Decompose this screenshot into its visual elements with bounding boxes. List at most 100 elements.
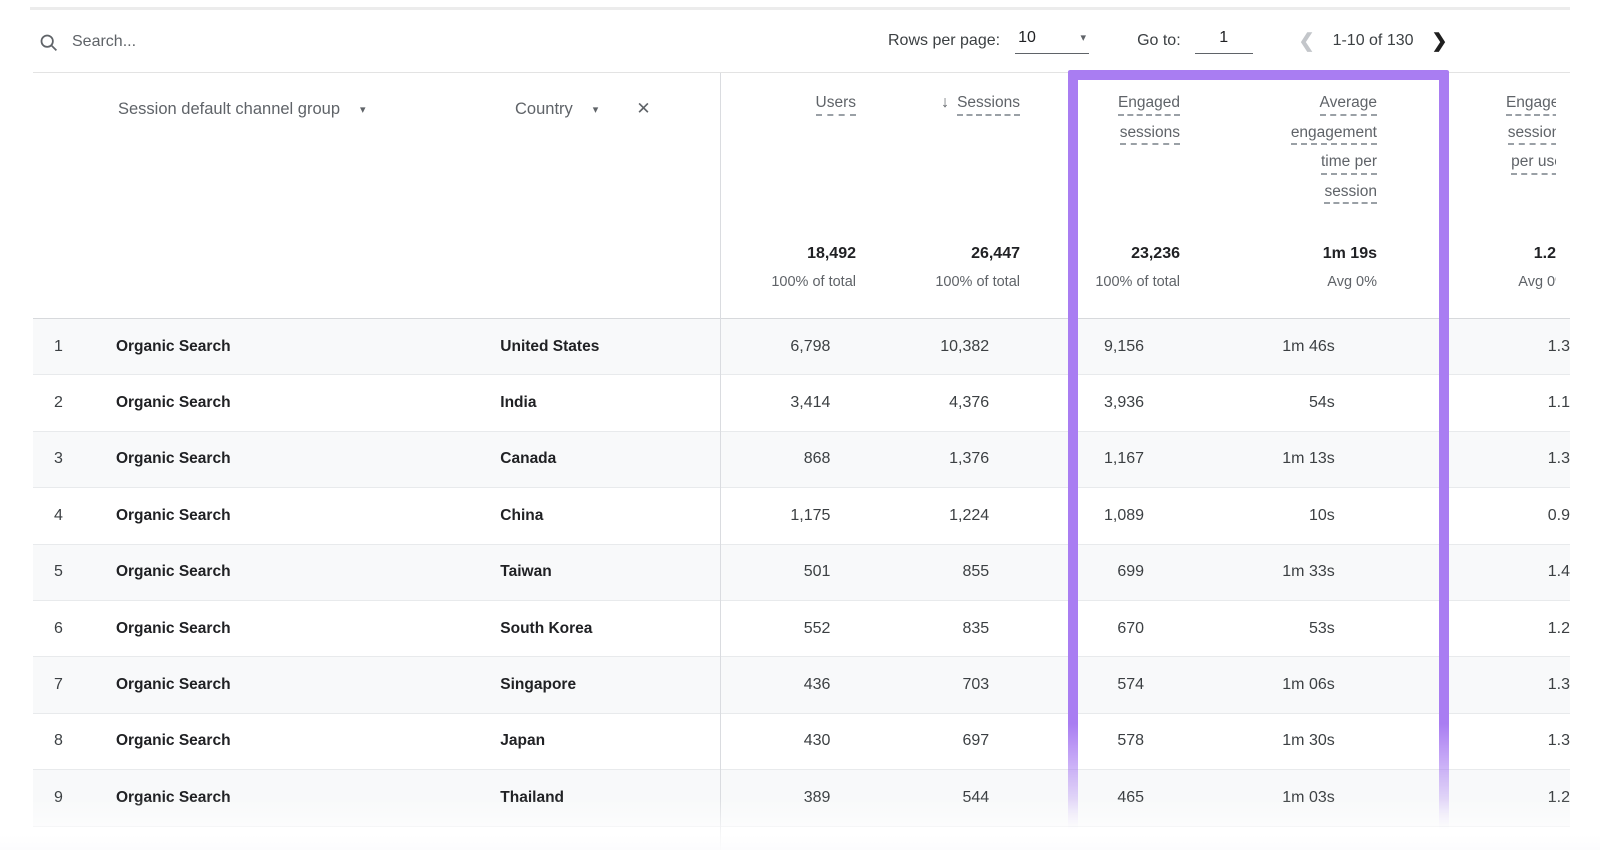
avg-engagement-time-cell: 1m 03s [1144, 789, 1335, 807]
row-index: 7 [33, 676, 116, 694]
users-cell: 6,798 [699, 338, 831, 356]
country-cell: India [500, 394, 698, 412]
header-word: Average [1320, 95, 1377, 116]
rows-per-page-label: Rows per page: [888, 32, 1000, 50]
row-index: 5 [33, 563, 116, 581]
header-word: sessions [1508, 125, 1556, 146]
users-cell: 868 [699, 450, 831, 468]
column-header-engaged_sessions_per_user[interactable]: Engaged sessions per user [1377, 95, 1570, 213]
table-row[interactable]: 9 Organic Search Thailand 389 544 465 1m… [33, 770, 1570, 826]
header-word: per user [1511, 154, 1556, 175]
table-row[interactable]: 8 Organic Search Japan 430 697 578 1m 30… [33, 714, 1570, 770]
goto-label: Go to: [1137, 32, 1181, 50]
avg-engagement-time-cell: 1m 06s [1144, 676, 1335, 694]
users-cell: 430 [699, 732, 831, 750]
header-word: Engaged [1506, 95, 1556, 116]
total-users: 18,492100% of total [720, 245, 856, 294]
header-word: session [1324, 184, 1377, 205]
country-cell: Taiwan [500, 563, 698, 581]
header-word: sessions [1120, 125, 1180, 146]
column-header-sessions[interactable]: ↓ Sessions [856, 95, 1020, 213]
chevron-down-icon: ▾ [1081, 31, 1087, 44]
channel-cell: Organic Search [116, 507, 500, 525]
engaged-sessions-cell: 574 [989, 676, 1144, 694]
users-cell: 1,175 [699, 507, 831, 525]
rows-per-page-select[interactable]: 10 ▾ [1015, 29, 1089, 54]
table-row[interactable]: 3 Organic Search Canada 868 1,376 1,167 … [33, 432, 1570, 488]
users-cell: 389 [699, 789, 831, 807]
table-row[interactable]: 2 Organic Search India 3,414 4,376 3,936… [33, 375, 1570, 431]
channel-cell: Organic Search [116, 732, 500, 750]
channel-cell: Organic Search [116, 450, 500, 468]
country-cell: Canada [500, 450, 698, 468]
table-row[interactable]: 5 Organic Search Taiwan 501 855 699 1m 3… [33, 545, 1570, 601]
goto-page-input[interactable]: 1 [1195, 29, 1253, 54]
dimension-headers: Session default channel group ▾ Country … [118, 99, 651, 119]
engaged-sessions-per-user-cell: 1.2 [1335, 789, 1570, 807]
chevron-down-icon: ▾ [593, 103, 599, 116]
search-icon [38, 32, 59, 53]
header-word: Sessions [957, 95, 1020, 116]
header-word: time per [1321, 154, 1377, 175]
search-placeholder: Search... [72, 33, 136, 51]
country-cell: Singapore [500, 676, 698, 694]
sessions-cell: 835 [830, 620, 989, 638]
column-header-engaged_sessions[interactable]: Engaged sessions [1020, 95, 1180, 213]
table-row[interactable]: 6 Organic Search South Korea 552 835 670… [33, 601, 1570, 657]
header-word: Engaged [1118, 95, 1180, 116]
country-cell: United States [500, 338, 698, 356]
table-row[interactable]: 7 Organic Search Singapore 436 703 574 1… [33, 657, 1570, 713]
channel-cell: Organic Search [116, 394, 500, 412]
next-page-button[interactable]: ❯ [1432, 30, 1448, 53]
engaged-sessions-cell: 578 [989, 732, 1144, 750]
avg-engagement-time-cell: 54s [1144, 394, 1335, 412]
column-header-users[interactable]: Users [720, 95, 856, 213]
totals-row: 18,492100% of total26,447100% of total23… [720, 245, 1570, 294]
avg-engagement-time-cell: 10s [1144, 507, 1335, 525]
table-body: 1 Organic Search United States 6,798 10,… [33, 319, 1570, 827]
engaged-sessions-cell: 9,156 [989, 338, 1144, 356]
row-index: 3 [33, 450, 116, 468]
engaged-sessions-cell: 1,167 [989, 450, 1144, 468]
sessions-cell: 4,376 [830, 394, 989, 412]
engaged-sessions-cell: 3,936 [989, 394, 1144, 412]
country-cell: China [500, 507, 698, 525]
channel-cell: Organic Search [116, 338, 500, 356]
chevron-down-icon: ▾ [360, 103, 366, 116]
sort-descending-icon: ↓ [941, 94, 949, 111]
country-cell: Thailand [500, 789, 698, 807]
sessions-cell: 1,376 [830, 450, 989, 468]
sessions-cell: 544 [830, 789, 989, 807]
row-index: 1 [33, 338, 116, 356]
engaged-sessions-cell: 465 [989, 789, 1144, 807]
table-row[interactable]: 1 Organic Search United States 6,798 10,… [33, 319, 1570, 375]
engaged-sessions-per-user-cell: 1.3 [1335, 676, 1570, 694]
channel-group-dropdown[interactable]: Session default channel group ▾ [118, 100, 515, 119]
header-word: engagement [1291, 125, 1377, 146]
previous-page-button[interactable]: ❮ [1299, 30, 1315, 53]
country-dropdown[interactable]: Country ▾ [515, 100, 598, 119]
avg-engagement-time-cell: 1m 13s [1144, 450, 1335, 468]
engaged-sessions-per-user-cell: 1.4 [1335, 563, 1570, 581]
engaged-sessions-per-user-cell: 1.2 [1335, 620, 1570, 638]
engaged-sessions-cell: 670 [989, 620, 1144, 638]
column-header-avg_engagement_time[interactable]: Average engagement time per session [1180, 95, 1377, 213]
table-header: Session default channel group ▾ Country … [33, 73, 1570, 319]
country-cell: Japan [500, 732, 698, 750]
table-row[interactable]: 4 Organic Search China 1,175 1,224 1,089… [33, 488, 1570, 544]
avg-engagement-time-cell: 1m 33s [1144, 563, 1335, 581]
remove-dimension-button[interactable]: ✕ [636, 99, 650, 119]
country-cell: South Korea [500, 620, 698, 638]
pagination-range: 1-10 of 130 [1333, 32, 1414, 50]
users-cell: 3,414 [699, 394, 831, 412]
engaged-sessions-per-user-cell: 1.1 [1335, 394, 1570, 412]
engaged-sessions-per-user-cell: 1.3 [1335, 338, 1570, 356]
search-input[interactable]: Search... [38, 31, 136, 53]
channel-cell: Organic Search [116, 676, 500, 694]
engaged-sessions-cell: 1,089 [989, 507, 1144, 525]
sessions-cell: 1,224 [830, 507, 989, 525]
sessions-cell: 855 [830, 563, 989, 581]
total-engaged_sessions_per_user: 1.2Avg 0% [1377, 245, 1570, 294]
users-cell: 552 [699, 620, 831, 638]
column-divider [720, 73, 721, 850]
